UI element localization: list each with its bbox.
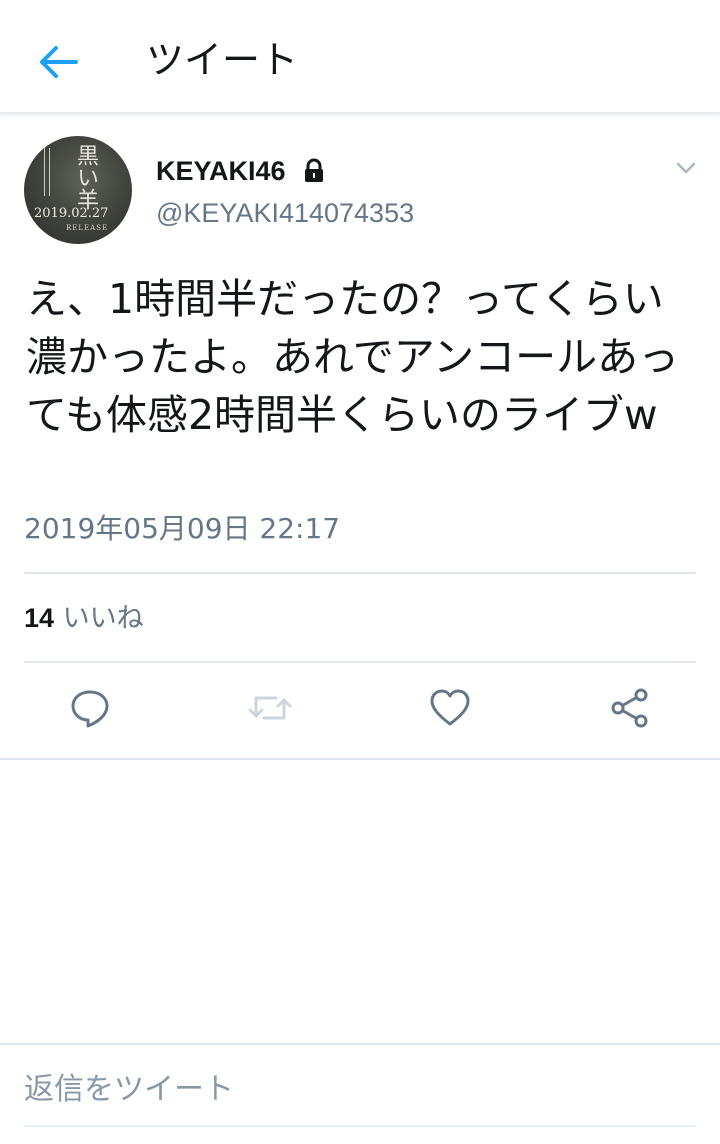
like-button[interactable] <box>426 684 474 732</box>
avatar[interactable]: 黒い羊 2019.02.27 RELEASE <box>24 136 132 244</box>
reply-button[interactable] <box>66 684 114 732</box>
page-title: ツイート <box>146 38 299 82</box>
avatar-release-text: RELEASE <box>66 224 109 232</box>
avatar-decoration <box>44 148 50 196</box>
lock-icon <box>305 158 323 182</box>
arrow-left-icon <box>40 46 78 78</box>
user-handle[interactable]: @KEYAKI414074353 <box>156 196 414 230</box>
reply-input-underline <box>24 1125 696 1127</box>
reply-bar: 返信をツイート <box>0 1043 720 1144</box>
likes-label: いいね <box>62 603 144 634</box>
retweet-button[interactable] <box>246 684 294 732</box>
reply-icon <box>71 690 109 728</box>
share-icon <box>611 688 648 728</box>
divider <box>24 572 696 574</box>
avatar-kanji: 黒い羊 <box>73 144 98 210</box>
tweet-text: え、1時間半だったの？ってくらい濃かったよ。あれでアンコールあっても体感2時間半… <box>26 275 680 439</box>
divider <box>0 758 720 760</box>
share-button[interactable] <box>606 684 654 732</box>
chevron-down-icon[interactable] <box>672 154 700 182</box>
back-button[interactable] <box>30 36 86 88</box>
likes-count: 14 <box>24 603 55 633</box>
display-name[interactable]: KEYAKI46 <box>156 154 286 188</box>
retweet-icon <box>248 696 292 720</box>
tweet-timestamp: 2019年05月09日 22:17 <box>24 512 341 545</box>
likes-summary[interactable]: 14 いいね <box>24 598 144 639</box>
avatar-date-text: 2019.02.27 <box>34 206 109 221</box>
tweet-actions <box>0 684 720 740</box>
divider <box>24 661 696 663</box>
reply-input[interactable]: 返信をツイート <box>24 1069 234 1111</box>
heart-icon <box>430 689 470 726</box>
top-app-bar: ツイート <box>0 0 720 114</box>
